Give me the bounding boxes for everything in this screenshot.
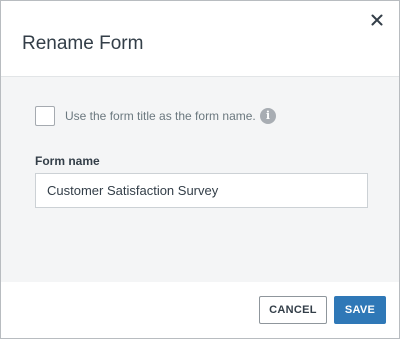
close-icon[interactable] [368, 11, 386, 29]
close-icon-graphic [371, 14, 383, 26]
rename-form-dialog: Rename Form Use the form title as the fo… [0, 0, 400, 339]
save-button[interactable]: SAVE [334, 296, 386, 324]
use-title-checkbox[interactable] [35, 106, 55, 126]
dialog-body: Use the form title as the form name. i F… [1, 77, 399, 282]
dialog-footer: CANCEL SAVE [1, 282, 399, 338]
dialog-title: Rename Form [22, 33, 144, 54]
use-title-checkbox-label[interactable]: Use the form title as the form name. [65, 108, 256, 124]
cancel-button[interactable]: CANCEL [259, 296, 327, 324]
form-name-label: Form name [35, 154, 100, 168]
form-name-input[interactable] [35, 173, 368, 208]
info-icon[interactable]: i [260, 108, 276, 124]
dialog-header: Rename Form [1, 1, 399, 77]
